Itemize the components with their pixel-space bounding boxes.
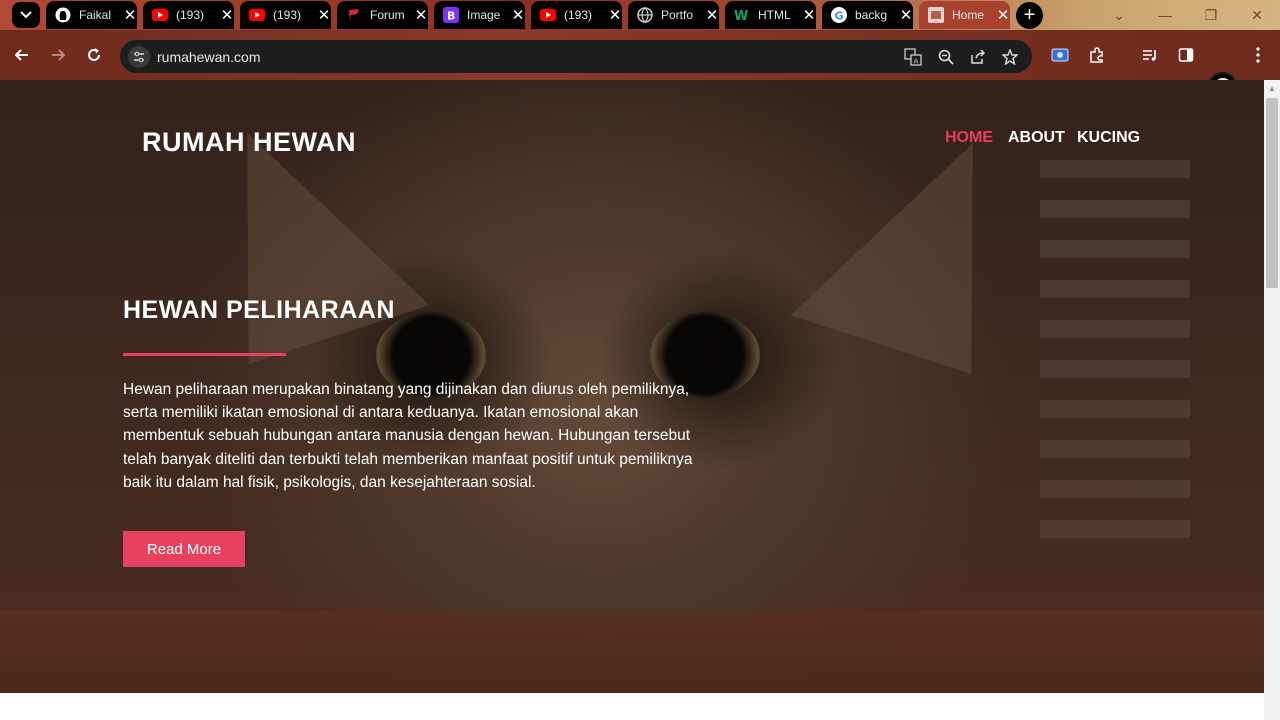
tab-bootstrap[interactable]: B Image ✕ [434,1,525,29]
site-settings-icon[interactable] [128,46,150,68]
vertical-scrollbar[interactable]: ▲ [1264,80,1280,720]
nav-about[interactable]: ABOUT [1008,129,1065,147]
url-text[interactable]: rumahewan.com [157,49,261,65]
close-icon[interactable]: ✕ [317,6,331,24]
address-bar[interactable]: rumahewan.com A [120,40,1032,73]
new-tab-button[interactable]: + [1016,2,1043,29]
extension-screen-icon[interactable] [1048,43,1072,67]
tab-google[interactable]: G backg ✕ [822,1,913,29]
svg-text:G: G [835,10,844,23]
bootstrap-icon: B [443,7,459,23]
bookmark-star-icon[interactable] [1001,48,1019,66]
read-more-button[interactable]: Read More [123,531,245,567]
close-icon[interactable]: ✕ [705,6,719,24]
minimize-icon[interactable]: — [1150,4,1180,26]
tab-title: backg [855,8,888,22]
tab-title: (193) [176,8,205,22]
close-icon[interactable]: ✕ [220,6,234,24]
zoom-icon[interactable] [937,48,955,66]
extensions-puzzle-icon[interactable] [1085,43,1109,67]
close-icon[interactable]: ✕ [802,6,816,24]
page-icon [928,7,944,23]
back-icon[interactable] [10,43,34,67]
side-panel-icon[interactable] [1174,43,1198,67]
youtube-icon [152,7,168,23]
tab-title: Faikal [79,8,112,22]
nav-home[interactable]: HOME [945,129,993,147]
title-underline [123,353,286,356]
browser-toolbar: rumahewan.com A [0,30,1280,101]
globe-icon [637,7,653,23]
close-icon[interactable]: ✕ [414,6,428,24]
tab-youtube[interactable]: (193) ✕ [531,1,622,29]
tab-title: HTML [758,8,791,22]
hero-description: Hewan peliharaan merupakan binatang yang… [123,381,693,491]
tab-title: (193) [564,8,593,22]
forward-icon[interactable] [46,43,70,67]
tab-youtube[interactable]: (193) ✕ [240,1,331,29]
tab-title: Forum [370,8,405,22]
youtube-icon [540,7,556,23]
tab-forum[interactable]: Forum ✕ [337,1,428,29]
page-viewport: RUMAH HEWAN HOME ABOUT KUCING HEWAN PELI… [0,80,1264,720]
youtube-icon [249,7,265,23]
forum-icon [346,7,362,23]
w-icon: W [734,7,750,23]
tab-title: (193) [273,8,302,22]
window-close-icon[interactable]: ✕ [1242,4,1272,26]
close-icon[interactable]: ✕ [511,6,525,24]
scroll-up-icon[interactable]: ▲ [1267,84,1277,94]
chevron-down-icon [20,11,32,19]
chevron-down-icon[interactable]: ⌄ [1104,4,1134,26]
tab-search-button[interactable] [12,2,40,28]
nav-kucing[interactable]: KUCING [1077,129,1140,147]
svg-text:A: A [914,58,919,66]
site-logo[interactable]: RUMAH HEWAN [142,127,356,158]
tab-html[interactable]: W HTML ✕ [725,1,816,29]
reload-icon[interactable] [82,43,106,67]
tab-home-active[interactable]: Home ✕ [919,1,1010,29]
hero-section: RUMAH HEWAN HOME ABOUT KUCING HEWAN PELI… [0,80,1264,693]
svg-text:W: W [734,9,748,23]
translate-icon[interactable]: A [904,48,922,66]
restore-icon[interactable]: ❐ [1196,4,1226,26]
kebab-menu-icon[interactable] [1246,43,1270,67]
close-icon[interactable]: ✕ [996,6,1010,24]
share-icon[interactable] [969,48,987,66]
google-icon: G [831,7,847,23]
scrollbar-thumb[interactable] [1266,98,1278,288]
tab-title: Home [952,8,985,22]
tab-portfolio[interactable]: Portfo ✕ [628,1,719,29]
svg-text:B: B [447,10,455,23]
tab-youtube[interactable]: (193) ✕ [143,1,234,29]
hero-title: HEWAN PELIHARAAN [123,296,395,324]
close-icon[interactable]: ✕ [608,6,622,24]
tab-title: Portfo [661,8,694,22]
close-icon[interactable]: ✕ [123,6,137,24]
github-icon [55,7,71,23]
tab-title: Image [467,8,501,22]
tab-github[interactable]: Faikal ✕ [46,1,137,29]
media-queue-icon[interactable] [1138,43,1162,67]
tab-strip: Faikal ✕ (193) ✕ (193) ✕ Forum ✕ B Image… [0,0,1280,30]
close-icon[interactable]: ✕ [899,6,913,24]
